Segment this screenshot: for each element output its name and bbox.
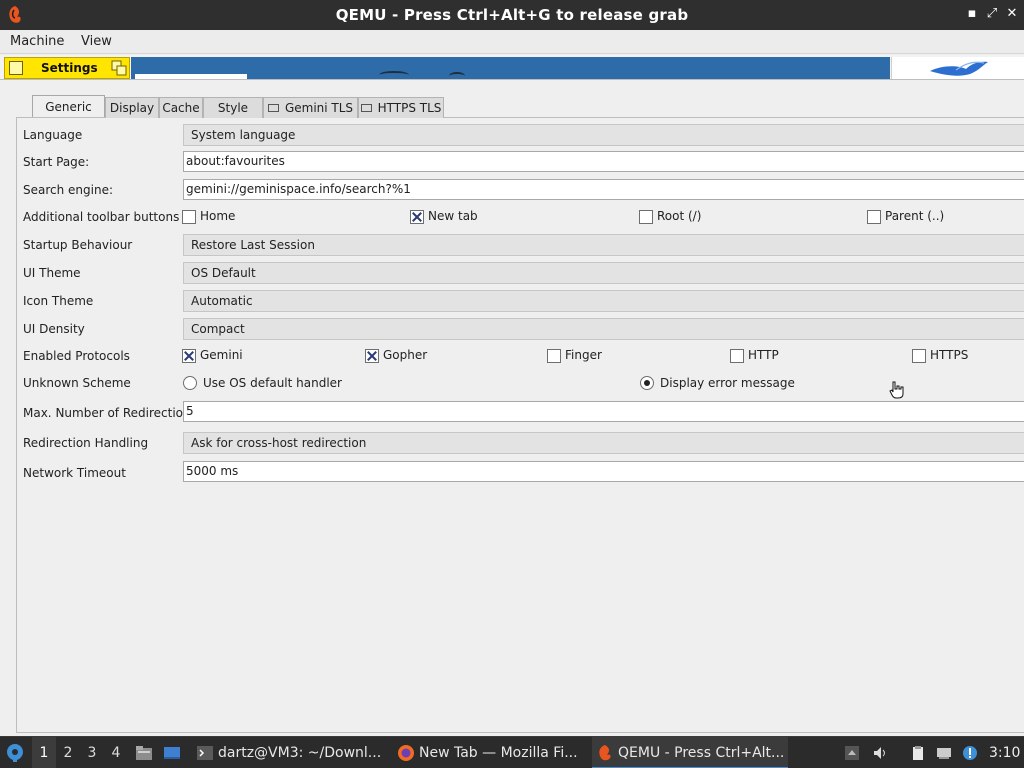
window-title: QEMU - Press Ctrl+Alt+G to release grab: [335, 6, 689, 24]
task-label: QEMU - Press Ctrl+Alt...: [618, 745, 785, 761]
ui-density-label: UI Density: [23, 322, 85, 336]
checkbox-label: Parent (..): [885, 209, 945, 223]
menubar: Machine View: [0, 30, 1024, 54]
start-page-label: Start Page:: [23, 155, 90, 169]
unknown-scheme-label: Unknown Scheme: [23, 376, 131, 390]
checkbox-box: [867, 210, 881, 224]
network-icon[interactable]: [936, 745, 952, 761]
language-select[interactable]: System language: [183, 124, 1024, 146]
scroll-up-icon[interactable]: [844, 745, 860, 761]
network-timeout-spinbox[interactable]: 5000 ms: [183, 461, 1024, 482]
search-engine-input[interactable]: gemini://geminispace.info/search?%1: [183, 179, 1024, 200]
toolbar-buttons-label: Additional toolbar buttons: [23, 210, 180, 224]
checkbox-label: New tab: [428, 209, 478, 223]
maximize-button[interactable]: ⤢: [984, 6, 1000, 21]
protocols-label: Enabled Protocols: [23, 349, 130, 363]
bird-logo: [891, 57, 1024, 79]
checkbox-label: Home: [200, 209, 236, 223]
qemu-icon: [599, 745, 611, 761]
hand-cursor-icon: [889, 381, 904, 399]
task-terminal[interactable]: dartz@VM3: ~/Downl...: [192, 737, 388, 768]
task-firefox[interactable]: New Tab — Mozilla Fi...: [393, 737, 588, 768]
ui-density-select[interactable]: Compact: [183, 318, 1024, 340]
tab-gemini-tls[interactable]: Gemini TLS: [263, 97, 358, 118]
start-menu-icon[interactable]: [4, 742, 26, 764]
banner-image: [131, 57, 890, 79]
minimize-button[interactable]: ▪: [964, 6, 980, 21]
checkbox-box: [410, 210, 424, 224]
show-desktop-icon[interactable]: [163, 744, 181, 762]
redirection-handling-select[interactable]: Ask for cross-host redirection: [183, 432, 1024, 454]
tab-https-tls[interactable]: HTTPS TLS: [358, 97, 444, 118]
checkbox-box: [365, 349, 379, 363]
language-label: Language: [23, 128, 83, 142]
settings-tab[interactable]: Settings: [4, 57, 130, 79]
radio-label: Use OS default handler: [203, 376, 342, 390]
close-button[interactable]: ✕: [1004, 6, 1020, 21]
checkbox-box: [547, 349, 561, 363]
checkbox-label: HTTP: [748, 348, 779, 362]
file-manager-icon[interactable]: [135, 744, 153, 762]
checkbox-label: Root (/): [657, 209, 702, 223]
checkbox-label: Gopher: [383, 348, 428, 362]
browser-toolbar: Settings: [0, 55, 1024, 80]
volume-icon[interactable]: [872, 745, 888, 761]
ui-theme-label: UI Theme: [23, 266, 81, 280]
workspace-3[interactable]: 3: [80, 737, 104, 768]
start-page-input[interactable]: about:favourites: [183, 151, 1024, 172]
checkbox-box: [730, 349, 744, 363]
checkbox-box: [182, 349, 196, 363]
workspace-4[interactable]: 4: [104, 737, 128, 768]
checkbox-box: [639, 210, 653, 224]
terminal-icon: [197, 746, 213, 760]
menu-machine[interactable]: Machine: [10, 34, 64, 49]
ui-theme-select[interactable]: OS Default: [183, 262, 1024, 284]
certificate-icon: [267, 103, 279, 112]
network-timeout-label: Network Timeout: [23, 466, 126, 480]
workspace-2[interactable]: 2: [56, 737, 80, 768]
menu-view[interactable]: View: [81, 34, 112, 49]
task-qemu[interactable]: QEMU - Press Ctrl+Alt...: [592, 737, 788, 768]
search-engine-label: Search engine:: [23, 183, 114, 197]
clipboard-icon[interactable]: [910, 745, 926, 761]
tab-generic[interactable]: Generic: [32, 95, 105, 117]
tab-cache[interactable]: Cache: [159, 97, 203, 118]
taskbar: 1 2 3 4 dartz@VM3: ~/Downl... New Tab — …: [0, 736, 1024, 768]
checkbox-box: [912, 349, 926, 363]
task-label: New Tab — Mozilla Fi...: [419, 745, 578, 761]
tab-gemini-tls-label: Gemini TLS: [284, 101, 354, 115]
tab-indicator-icon: [9, 61, 23, 75]
clock[interactable]: 3:10: [989, 737, 1020, 768]
radio-dot: [183, 376, 197, 390]
radio-dot: [640, 376, 654, 390]
icon-theme-label: Icon Theme: [23, 294, 94, 308]
window-titlebar: QEMU - Press Ctrl+Alt+G to release grab …: [0, 0, 1024, 30]
max-redirections-label: Max. Number of Redirections: [23, 406, 197, 420]
firefox-icon: [398, 745, 414, 761]
updates-icon[interactable]: [962, 745, 978, 761]
tab-display[interactable]: Display: [105, 97, 159, 118]
redirection-handling-label: Redirection Handling: [23, 436, 149, 450]
checkbox-label: Gemini: [200, 348, 243, 362]
checkbox-label: Finger: [565, 348, 602, 362]
workspace-1[interactable]: 1: [32, 737, 56, 768]
tab-https-tls-label: HTTPS TLS: [377, 101, 442, 115]
settings-tab-label: Settings: [41, 61, 98, 75]
startup-select[interactable]: Restore Last Session: [183, 234, 1024, 256]
startup-label: Startup Behaviour: [23, 238, 133, 252]
icon-theme-select[interactable]: Automatic: [183, 290, 1024, 312]
radio-label: Display error message: [660, 376, 795, 390]
certificate-icon: [360, 103, 372, 112]
max-redirections-spinbox[interactable]: 5: [183, 401, 1024, 422]
task-label: dartz@VM3: ~/Downl...: [218, 745, 382, 761]
bird-logo-icon: [930, 61, 988, 76]
detach-window-icon[interactable]: [111, 60, 127, 76]
checkbox-box: [182, 210, 196, 224]
tab-style[interactable]: Style: [203, 97, 263, 118]
checkbox-label: HTTPS: [930, 348, 969, 362]
